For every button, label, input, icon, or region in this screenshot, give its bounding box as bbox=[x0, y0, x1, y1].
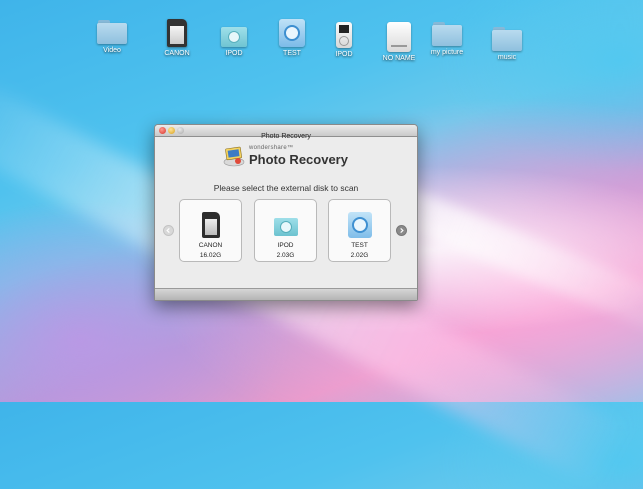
disk-card-ipod[interactable]: IPOD 2.03G bbox=[254, 199, 317, 262]
desktop-icon-ipod-shuffle[interactable]: IPOD bbox=[204, 23, 264, 57]
scan-prompt: Please select the external disk to scan bbox=[213, 183, 359, 193]
folder-icon bbox=[432, 22, 462, 46]
disk-name: TEST bbox=[351, 242, 368, 249]
desktop-icon-label: NO NAME bbox=[382, 55, 416, 62]
photo-recovery-window: Photo Recovery wondershare™ Photo Recove… bbox=[154, 124, 418, 301]
desktop-icon-video[interactable]: Video bbox=[82, 20, 142, 54]
desktop-icon-label: my picture bbox=[430, 49, 464, 56]
disk-name: IPOD bbox=[277, 242, 294, 249]
disk-name: CANON bbox=[198, 242, 223, 249]
next-button[interactable] bbox=[396, 225, 407, 236]
desktop-icon-label: IPOD bbox=[335, 51, 353, 58]
zoom-button[interactable] bbox=[177, 127, 184, 134]
desktop-icon-label: TEST bbox=[283, 50, 301, 57]
photo-recovery-logo-icon bbox=[223, 146, 245, 167]
window-title: Photo Recovery bbox=[261, 133, 311, 140]
sd-card-icon bbox=[201, 212, 220, 238]
disk-card-test[interactable]: TEST 2.02G bbox=[328, 199, 391, 262]
desktop-icon-canon[interactable]: CANON bbox=[147, 19, 207, 57]
desktop-icon-label: CANON bbox=[164, 50, 190, 57]
title-bar[interactable]: Photo Recovery bbox=[155, 125, 417, 140]
chevron-left-icon bbox=[166, 228, 170, 233]
disk-size: 16.02G bbox=[199, 252, 222, 259]
minimize-button[interactable] bbox=[168, 127, 175, 134]
chevron-right-icon bbox=[400, 228, 404, 233]
desktop-icon-label: music bbox=[497, 54, 517, 61]
external-drive-icon bbox=[387, 22, 411, 52]
brand-name: wondershare™ bbox=[249, 145, 294, 151]
desktop-icon-test[interactable]: TEST bbox=[262, 19, 322, 57]
disk-size: 2.02G bbox=[350, 252, 369, 259]
folder-icon bbox=[97, 20, 127, 44]
desktop-icon-label: Video bbox=[103, 47, 121, 54]
disk-size: 2.03G bbox=[276, 252, 295, 259]
previous-button[interactable] bbox=[163, 225, 174, 236]
close-button[interactable] bbox=[159, 127, 166, 134]
folder-icon bbox=[492, 27, 522, 51]
ipod-square-icon bbox=[279, 19, 305, 47]
desktop-icon-label: IPOD bbox=[225, 50, 243, 57]
ipod-classic-icon bbox=[336, 22, 352, 48]
disk-card-canon[interactable]: CANON 16.02G bbox=[179, 199, 242, 262]
status-bar bbox=[155, 288, 417, 300]
app-header: wondershare™ Photo Recovery bbox=[223, 145, 363, 171]
ipod-shuffle-icon bbox=[221, 27, 247, 47]
desktop-icon-my-picture[interactable]: my picture bbox=[417, 22, 477, 56]
ipod-square-icon bbox=[347, 212, 372, 238]
desktop-icon-music[interactable]: music bbox=[477, 27, 537, 61]
sd-card-icon bbox=[167, 19, 187, 47]
app-title: Photo Recovery bbox=[249, 152, 348, 167]
ipod-shuffle-icon bbox=[273, 218, 298, 236]
desktop-icon-ipod-classic[interactable]: IPOD bbox=[314, 22, 374, 58]
